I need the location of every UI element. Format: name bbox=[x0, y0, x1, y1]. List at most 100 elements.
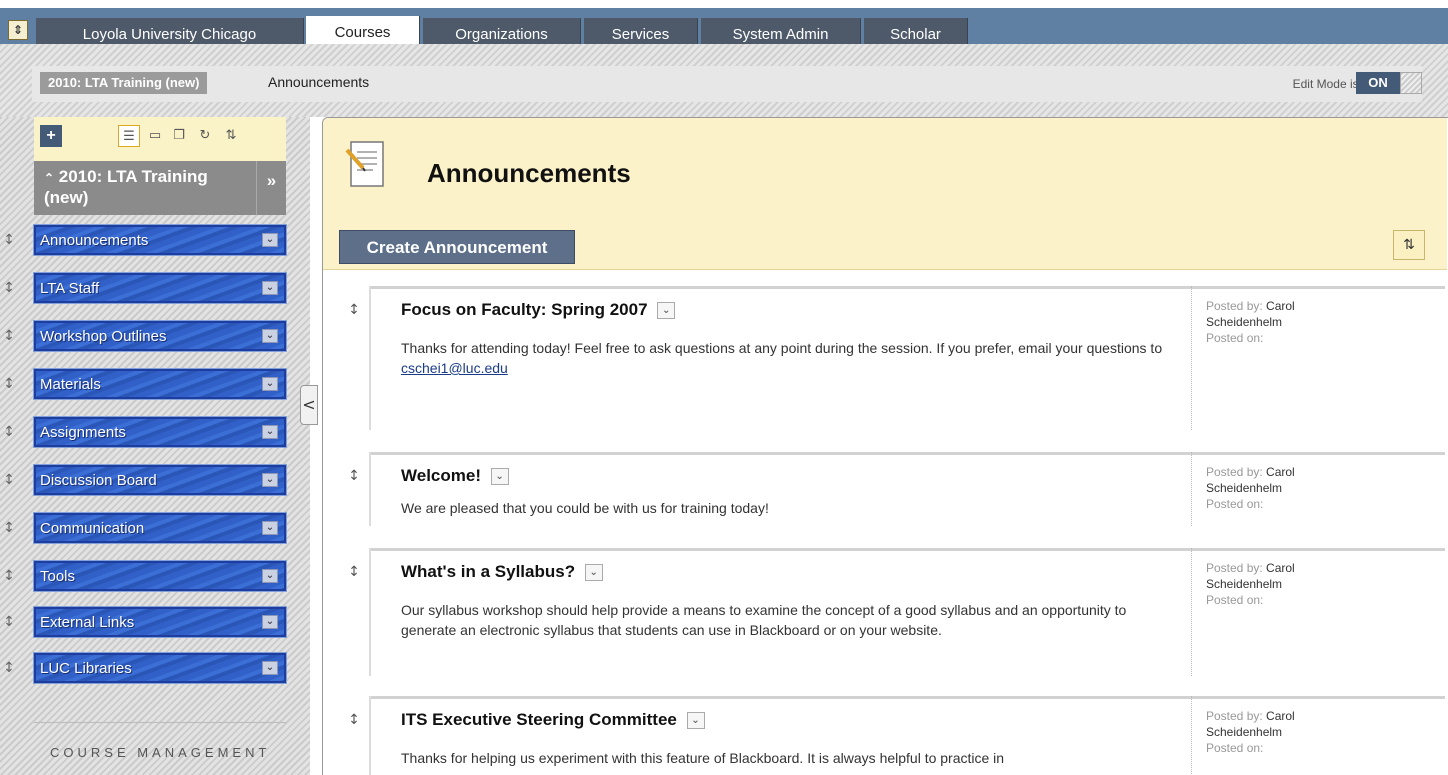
drag-handle-icon[interactable]: ↕ bbox=[347, 468, 361, 488]
sidebar-item-external-links[interactable]: ↕ External Links ⌄ bbox=[0, 606, 290, 638]
drag-handle-icon[interactable]: ↕ bbox=[2, 375, 16, 395]
edit-mode-off-switch[interactable] bbox=[1400, 72, 1422, 94]
sidebar-item-assignments[interactable]: ↕ Assignments ⌄ bbox=[0, 416, 290, 448]
email-link[interactable]: cschei1@luc.edu bbox=[401, 360, 508, 376]
course-bar: 2010: LTA Training (new) Announcements E… bbox=[0, 44, 1448, 117]
chevron-down-icon[interactable]: ⌄ bbox=[262, 521, 278, 535]
announcement-title-row: Welcome! ⌄ bbox=[401, 466, 509, 490]
sidebar-item-discussion-board[interactable]: ↕ Discussion Board ⌄ bbox=[0, 464, 290, 496]
chevron-down-icon[interactable]: ⌄ bbox=[262, 425, 278, 439]
drag-handle-icon[interactable]: ↕ bbox=[2, 279, 16, 299]
course-title-box: ⌃ 2010: LTA Training (new) » bbox=[34, 161, 286, 215]
author-last-name: Scheidenhelm bbox=[1206, 315, 1283, 329]
drag-handle-icon[interactable]: ↕ bbox=[2, 327, 16, 347]
create-announcement-button[interactable]: Create Announcement bbox=[339, 230, 575, 264]
chevron-down-icon[interactable]: ⌄ bbox=[262, 615, 278, 629]
author-first-name: Carol bbox=[1266, 465, 1295, 479]
sidebar-item-label: LUC Libraries bbox=[40, 660, 132, 677]
caret-up-icon: ⌃ bbox=[44, 171, 55, 185]
sidebar-item-communication[interactable]: ↕ Communication ⌄ bbox=[0, 512, 290, 544]
window-icon[interactable]: ❐ bbox=[168, 125, 190, 147]
list-view-icon[interactable]: ☰ bbox=[118, 125, 140, 147]
menu-button[interactable]: LUC Libraries ⌄ bbox=[33, 652, 287, 684]
folder-icon[interactable]: ▭ bbox=[144, 125, 166, 147]
sidebar-item-workshop-outlines[interactable]: ↕ Workshop Outlines ⌄ bbox=[0, 320, 290, 352]
divider bbox=[369, 286, 371, 430]
chevron-down-icon[interactable]: ⌄ bbox=[657, 301, 676, 319]
menu-button[interactable]: Communication ⌄ bbox=[33, 512, 287, 544]
divider bbox=[369, 452, 371, 526]
announcement-item: ↕ ITS Executive Steering Committee ⌄ Tha… bbox=[339, 696, 1445, 775]
announcement-item: ↕ Focus on Faculty: Spring 2007 ⌄ Thanks… bbox=[339, 286, 1445, 430]
announcement-title-row: ITS Executive Steering Committee ⌄ bbox=[401, 710, 705, 734]
course-menu-title[interactable]: ⌃ 2010: LTA Training (new) bbox=[44, 167, 244, 208]
announcement-document-icon bbox=[345, 141, 384, 187]
sidebar-item-announcements[interactable]: ↕ Announcements ⌄ bbox=[0, 224, 290, 256]
chevron-down-icon[interactable]: ⌄ bbox=[262, 329, 278, 343]
course-management-heading[interactable]: COURSE MANAGEMENT bbox=[50, 745, 270, 760]
drag-handle-icon[interactable]: ↕ bbox=[2, 471, 16, 491]
chevron-down-icon[interactable]: ⌄ bbox=[584, 563, 603, 581]
drag-handle-icon[interactable]: ↕ bbox=[2, 519, 16, 539]
drag-handle-icon[interactable]: ↕ bbox=[2, 659, 16, 679]
menu-button[interactable]: Materials ⌄ bbox=[33, 368, 287, 400]
drag-handle-icon[interactable]: ↕ bbox=[2, 231, 16, 251]
sidebar-item-materials[interactable]: ↕ Materials ⌄ bbox=[0, 368, 290, 400]
sidebar-item-tools[interactable]: ↕ Tools ⌄ bbox=[0, 560, 290, 592]
edit-mode-label: Edit Mode is: bbox=[1292, 77, 1362, 91]
collapse-menu-icon[interactable]: » bbox=[256, 161, 286, 215]
chevron-down-icon[interactable]: ⌄ bbox=[686, 711, 705, 729]
chevron-down-icon[interactable]: ⌄ bbox=[262, 281, 278, 295]
chevron-down-icon[interactable]: ⌄ bbox=[262, 377, 278, 391]
chevron-down-icon[interactable]: ⌄ bbox=[262, 233, 278, 247]
sort-icon[interactable]: ⇅ bbox=[220, 125, 242, 147]
sidebar-item-label: Workshop Outlines bbox=[40, 328, 167, 345]
chevron-down-icon[interactable]: ⌄ bbox=[262, 569, 278, 583]
drag-handle-icon[interactable]: ↕ bbox=[2, 567, 16, 587]
posted-by-label: Posted by: bbox=[1206, 709, 1263, 723]
top-navigation-bar: ⇕ Loyola University Chicago Courses Orga… bbox=[0, 0, 1448, 52]
divider bbox=[369, 548, 371, 676]
sidebar-item-luc-libraries[interactable]: ↕ LUC Libraries ⌄ bbox=[0, 652, 290, 684]
drag-handle-icon[interactable]: ↕ bbox=[347, 712, 361, 732]
menu-button[interactable]: Workshop Outlines ⌄ bbox=[33, 320, 287, 352]
announcement-meta: Posted by: Carol Scheidenhelm Posted on: bbox=[1191, 696, 1445, 775]
sidebar-item-lta-staff[interactable]: ↕ LTA Staff ⌄ bbox=[0, 272, 290, 304]
author-first-name: Carol bbox=[1266, 561, 1295, 575]
chevron-down-icon[interactable]: ⌄ bbox=[490, 467, 509, 485]
drag-handle-icon[interactable]: ↕ bbox=[2, 613, 16, 633]
menu-button[interactable]: Announcements ⌄ bbox=[33, 224, 287, 256]
author-last-name: Scheidenhelm bbox=[1206, 577, 1283, 591]
announcement-title: Welcome! bbox=[401, 466, 481, 485]
announcement-body: We are pleased that you could be with us… bbox=[401, 498, 1181, 518]
announcement-meta: Posted by: Carol Scheidenhelm Posted on: bbox=[1191, 452, 1445, 526]
chevron-down-icon[interactable]: ⌄ bbox=[262, 661, 278, 675]
menu-button[interactable]: External Links ⌄ bbox=[33, 606, 287, 638]
course-menu-title-text: 2010: LTA Training (new) bbox=[44, 167, 208, 207]
drag-handle-icon[interactable]: ↕ bbox=[2, 423, 16, 443]
refresh-icon[interactable]: ↻ bbox=[194, 125, 216, 147]
add-menu-item-button[interactable]: + bbox=[40, 125, 62, 147]
drag-handle-icon[interactable]: ↕ bbox=[347, 564, 361, 584]
menu-toolbar: + ☰ ▭ ❐ ↻ ⇅ bbox=[34, 117, 286, 161]
announcement-title: ITS Executive Steering Committee bbox=[401, 710, 677, 729]
menu-button[interactable]: Tools ⌄ bbox=[33, 560, 287, 592]
divider bbox=[34, 722, 286, 723]
collapse-sidebar-icon[interactable]: < bbox=[300, 385, 318, 425]
announcement-body: Thanks for helping us experiment with th… bbox=[401, 748, 1181, 768]
drag-handle-icon[interactable]: ↕ bbox=[347, 302, 361, 322]
announcement-text: Thanks for helping us experiment with th… bbox=[401, 750, 1005, 766]
breadcrumb: 2010: LTA Training (new) Announcements E… bbox=[32, 66, 1422, 102]
menu-button[interactable]: Assignments ⌄ bbox=[33, 416, 287, 448]
menu-button[interactable]: LTA Staff ⌄ bbox=[33, 272, 287, 304]
sidebar-item-label: External Links bbox=[40, 614, 135, 631]
edit-mode-toggle[interactable]: ON bbox=[1356, 72, 1400, 94]
reorder-icon[interactable]: ⇅ bbox=[1393, 230, 1425, 260]
menu-button[interactable]: Discussion Board ⌄ bbox=[33, 464, 287, 496]
sidebar-item-label: Tools bbox=[40, 568, 76, 585]
author-first-name: Carol bbox=[1266, 299, 1295, 313]
chevron-down-icon[interactable]: ⌄ bbox=[262, 473, 278, 487]
course-name-chip[interactable]: 2010: LTA Training (new) bbox=[40, 72, 208, 94]
announcement-title: What's in a Syllabus? bbox=[401, 562, 576, 581]
expand-collapse-icon[interactable]: ⇕ bbox=[8, 20, 28, 40]
